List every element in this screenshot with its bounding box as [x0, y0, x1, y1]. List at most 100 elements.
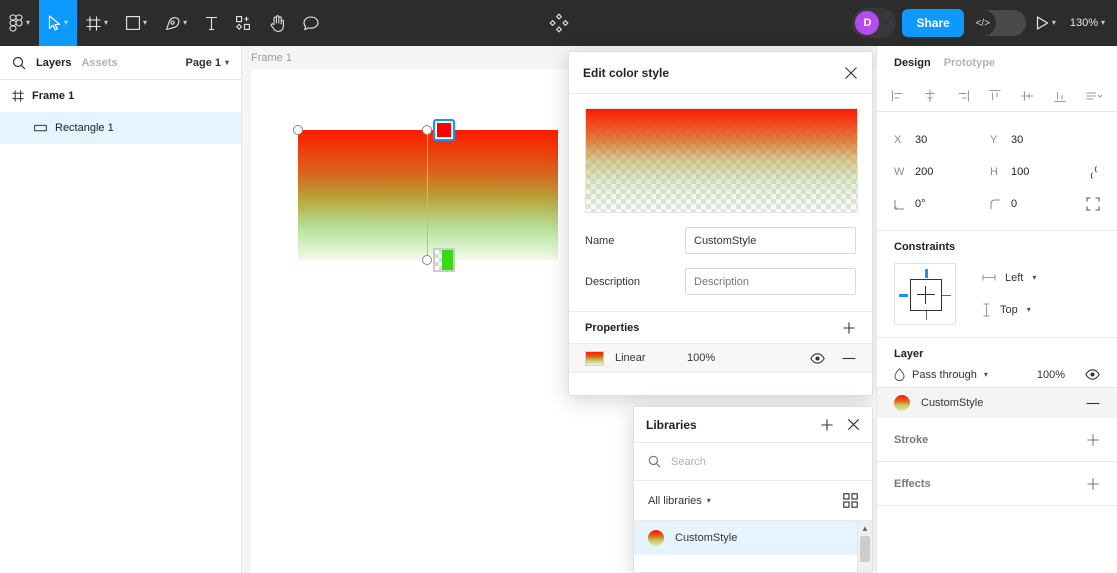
- minus-icon[interactable]: [842, 357, 856, 360]
- page-selector[interactable]: Page 1 ▾: [186, 57, 229, 69]
- style-color-swatch[interactable]: [894, 395, 910, 411]
- align-bottom-icon[interactable]: [1053, 89, 1067, 103]
- text-tool-button[interactable]: [196, 0, 227, 46]
- frame-tool-button[interactable]: ▾: [77, 0, 117, 46]
- present-button[interactable]: ▾: [1032, 16, 1060, 30]
- align-horizontal-center-icon[interactable]: [923, 89, 937, 103]
- fill-style-row[interactable]: CustomStyle: [877, 388, 1117, 418]
- align-left-icon[interactable]: [891, 89, 905, 103]
- comment-icon: [303, 16, 319, 31]
- constraint-marker-left[interactable]: [899, 294, 908, 297]
- plus-icon[interactable]: [1086, 433, 1100, 447]
- eye-icon[interactable]: [1085, 369, 1100, 380]
- hand-tool-button[interactable]: [261, 0, 294, 46]
- corner-radius-field[interactable]: 0: [990, 198, 1086, 210]
- fill-style-label: CustomStyle: [921, 397, 983, 409]
- all-libraries-dropdown[interactable]: All libraries ▾: [648, 495, 711, 507]
- property-opacity-label[interactable]: 100%: [687, 352, 715, 364]
- libraries-search-input[interactable]: [671, 456, 841, 468]
- minus-icon[interactable]: [1086, 402, 1100, 405]
- chevron-down-icon: ▾: [26, 19, 30, 27]
- figma-logo-icon: [9, 14, 23, 32]
- frame-label[interactable]: Frame 1: [251, 52, 292, 64]
- constraint-marker-right[interactable]: [942, 295, 951, 296]
- share-button[interactable]: Share: [902, 9, 963, 37]
- move-tool-button[interactable]: ▾: [39, 0, 77, 46]
- user-avatar-menu[interactable]: D ▾: [852, 8, 896, 38]
- tab-layers[interactable]: Layers: [36, 57, 71, 69]
- page-selector-label: Page 1: [186, 57, 221, 69]
- all-libraries-label: All libraries: [648, 495, 702, 507]
- align-vertical-center-icon[interactable]: [1020, 89, 1034, 103]
- comment-tool-button[interactable]: [294, 0, 328, 46]
- plus-icon[interactable]: [1086, 477, 1100, 491]
- independent-corners-icon[interactable]: [1086, 197, 1100, 211]
- grid-view-icon[interactable]: [843, 493, 858, 508]
- search-icon[interactable]: [12, 56, 26, 70]
- dev-mode-toggle[interactable]: </>: [970, 10, 1026, 36]
- align-top-icon[interactable]: [988, 89, 1002, 103]
- layer-section: Layer Pass through ▾ 100%: [877, 338, 1117, 388]
- figma-app-window: ▾ ▾ ▾: [0, 0, 1117, 573]
- selected-rectangle-shape[interactable]: [298, 130, 558, 260]
- properties-title: Properties: [585, 322, 639, 334]
- libraries-scrollbar[interactable]: ▲: [857, 521, 872, 572]
- tab-design[interactable]: Design: [894, 57, 931, 69]
- zoom-menu[interactable]: 130% ▾: [1066, 17, 1109, 29]
- shape-tool-button[interactable]: ▾: [117, 0, 156, 46]
- rotation-field[interactable]: 0°: [894, 198, 990, 210]
- scrollbar-thumb[interactable]: [860, 536, 870, 562]
- constraints-body: Left ▾ Top ▾: [894, 263, 1100, 325]
- property-row-linear[interactable]: Linear 100%: [569, 343, 872, 373]
- y-label: Y: [990, 134, 1000, 146]
- gradient-handle-origin[interactable]: [293, 125, 303, 135]
- tab-prototype[interactable]: Prototype: [944, 57, 995, 69]
- gradient-swatch[interactable]: [585, 351, 604, 366]
- layer-item-rectangle[interactable]: Rectangle 1: [0, 112, 241, 144]
- plus-icon[interactable]: [842, 321, 856, 335]
- scroll-up-icon[interactable]: ▲: [858, 521, 872, 536]
- x-field[interactable]: X 30: [894, 134, 990, 146]
- layer-opacity-value[interactable]: 100%: [1037, 369, 1065, 381]
- constraints-widget[interactable]: [894, 263, 956, 325]
- eye-icon[interactable]: [810, 353, 825, 364]
- properties-header: Properties: [569, 311, 872, 343]
- lock-aspect-ratio-icon[interactable]: [1089, 165, 1100, 180]
- gradient-handle-start[interactable]: [422, 125, 432, 135]
- close-icon[interactable]: [847, 418, 860, 431]
- plugins-button[interactable]: [540, 0, 578, 46]
- chevron-down-icon: ▾: [1032, 274, 1036, 282]
- chevron-down-icon: ▾: [104, 19, 108, 27]
- constraint-marker-top[interactable]: [925, 269, 928, 278]
- y-value: 30: [1011, 134, 1023, 146]
- rotation-corner-row: 0° 0: [894, 190, 1100, 218]
- height-field[interactable]: H 100: [990, 166, 1086, 178]
- width-field[interactable]: W 200: [894, 166, 990, 178]
- pen-tool-button[interactable]: ▾: [156, 0, 196, 46]
- actions-tool-button[interactable]: [227, 0, 261, 46]
- style-description-input[interactable]: [685, 268, 856, 295]
- blend-mode-label: Pass through: [912, 369, 977, 381]
- vertical-constraint-dropdown[interactable]: Top ▾: [982, 303, 1036, 317]
- distribute-more-icon[interactable]: [1085, 89, 1103, 103]
- pen-icon: [165, 16, 180, 31]
- layer-item-frame[interactable]: Frame 1: [0, 80, 241, 112]
- gradient-handle-end[interactable]: [422, 255, 432, 265]
- gradient-preview[interactable]: [585, 108, 858, 213]
- plus-icon[interactable]: [820, 418, 834, 432]
- gradient-stop-green[interactable]: [433, 248, 455, 272]
- gradient-stop-red[interactable]: [433, 119, 455, 141]
- tab-assets[interactable]: Assets: [81, 57, 117, 69]
- style-name-input[interactable]: [685, 227, 856, 254]
- toolbar-center-group: [540, 0, 578, 46]
- library-item-customstyle[interactable]: CustomStyle: [634, 521, 872, 555]
- close-icon[interactable]: [844, 66, 858, 80]
- gradient-line[interactable]: [427, 130, 428, 261]
- figma-menu-button[interactable]: ▾: [0, 0, 39, 46]
- y-field[interactable]: Y 30: [990, 134, 1086, 146]
- resources-icon: [236, 16, 252, 31]
- horizontal-constraint-dropdown[interactable]: Left ▾: [982, 272, 1036, 284]
- constraint-marker-bottom[interactable]: [926, 311, 927, 320]
- align-right-icon[interactable]: [956, 89, 970, 103]
- blend-mode-dropdown[interactable]: Pass through ▾: [894, 368, 988, 381]
